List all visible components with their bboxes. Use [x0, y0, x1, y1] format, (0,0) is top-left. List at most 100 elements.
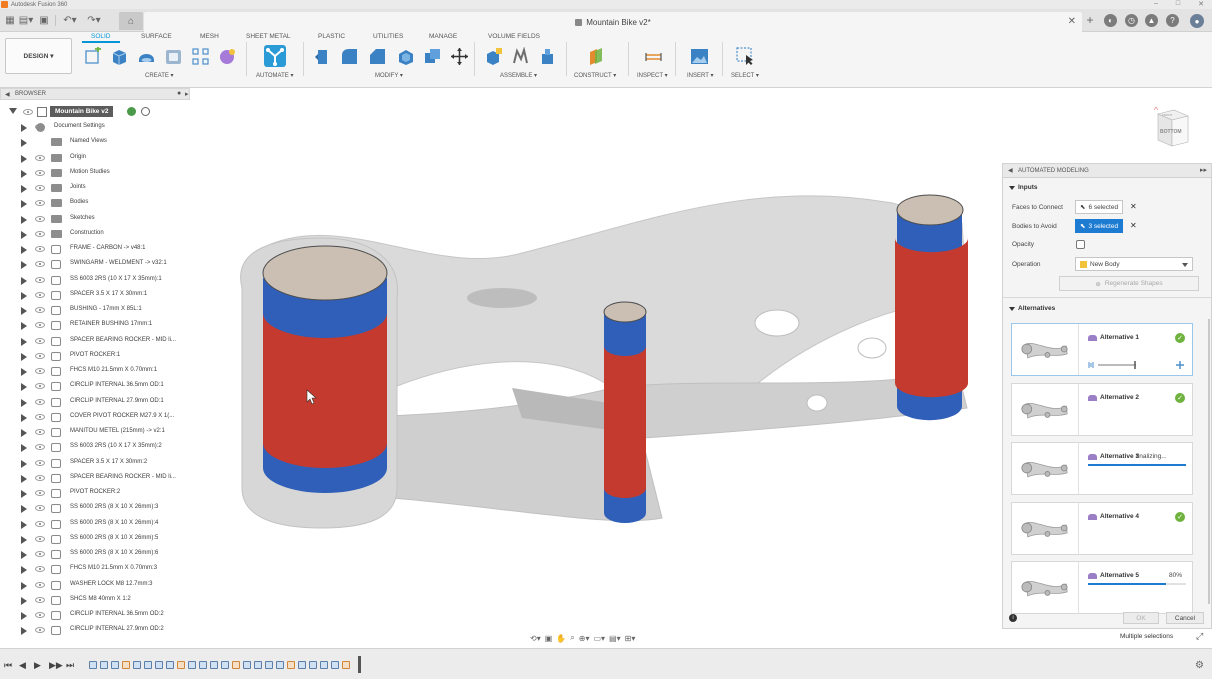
timeline-feature-icon[interactable] — [287, 661, 295, 669]
opacity-checkbox[interactable] — [1076, 240, 1085, 249]
browser-item[interactable]: Sketches — [0, 212, 192, 226]
offset-plane-icon[interactable] — [586, 47, 605, 66]
radio-root-icon[interactable] — [141, 107, 150, 116]
joint-icon[interactable] — [511, 47, 530, 66]
expand-arrow-icon[interactable] — [21, 337, 27, 346]
timeline-feature-icon[interactable] — [331, 661, 339, 669]
expand-arrow-icon[interactable] — [21, 444, 27, 453]
shell-icon[interactable] — [164, 47, 183, 66]
new-component-icon[interactable] — [484, 47, 503, 66]
expand-arrow-icon[interactable] — [21, 566, 27, 575]
close-tab-icon[interactable]: ✕ — [1068, 16, 1076, 27]
timeline-back-icon[interactable]: ◀ — [19, 660, 26, 671]
browser-item[interactable]: SS 6000 2RS (8 X 10 X 26mm):6 — [0, 547, 192, 561]
create-group-label[interactable]: CREATE ▾ — [145, 72, 174, 79]
new-tab-icon[interactable]: + — [1083, 13, 1097, 27]
assemble-group-label[interactable]: ASSEMBLE ▾ — [500, 72, 537, 79]
browser-item[interactable]: BUSHING - 17mm X 85L:1 — [0, 303, 192, 317]
press-pull-icon[interactable] — [313, 47, 332, 66]
regenerate-shapes-button[interactable]: ⊕ Regenerate Shapes — [1059, 276, 1199, 291]
select-icon[interactable] — [736, 47, 755, 66]
extrude-icon[interactable] — [110, 47, 129, 66]
browser-item[interactable]: CIRCLIP INTERNAL 36.5mm OD:2 — [0, 608, 192, 622]
timeline-feature-icon[interactable] — [265, 661, 273, 669]
browser-item[interactable]: SS 6003 2RS (10 X 17 X 35mm):1 — [0, 273, 192, 287]
browser-item[interactable]: Joints — [0, 181, 192, 195]
cancel-button[interactable]: Cancel — [1166, 612, 1204, 624]
collapse-root-icon[interactable] — [9, 108, 17, 114]
expand-arrow-icon[interactable] — [21, 124, 27, 132]
visibility-eye-icon[interactable] — [35, 230, 45, 237]
document-tab[interactable]: Mountain Bike v2* ✕ — [144, 12, 1082, 32]
expand-arrow-icon[interactable] — [21, 581, 27, 590]
visibility-eye-icon[interactable] — [35, 169, 45, 176]
operation-dropdown[interactable]: New Body — [1075, 257, 1193, 271]
grid-settings-icon[interactable]: ▤▾ — [609, 634, 621, 643]
create-form-icon[interactable] — [218, 47, 237, 66]
automate-icon[interactable] — [264, 45, 286, 67]
browser-item[interactable]: SS 6000 2RS (8 X 10 X 26mm):5 — [0, 532, 192, 546]
expand-arrow-icon[interactable] — [21, 246, 27, 254]
visibility-eye-icon[interactable] — [35, 566, 45, 573]
pivot-cylinder-large[interactable] — [262, 245, 388, 493]
visibility-eye-icon[interactable] — [35, 413, 45, 420]
tab-mesh[interactable]: MESH — [200, 33, 219, 40]
orbit-icon[interactable]: ⟲▾ — [530, 634, 541, 643]
expand-arrow-icon[interactable] — [21, 612, 27, 620]
viewport-canvas[interactable] — [192, 88, 1002, 648]
browser-item[interactable]: SWINGARM - WELDMENT -> v32:1 — [0, 257, 192, 271]
viewports-icon[interactable]: ⊞▾ — [625, 634, 636, 643]
ok-button[interactable]: OK — [1123, 612, 1159, 624]
help-icon[interactable]: ? — [1166, 14, 1179, 27]
extensions-icon[interactable]: ◐ — [1104, 14, 1117, 27]
expand-arrow-icon[interactable] — [21, 520, 27, 529]
expand-arrow-icon[interactable] — [21, 383, 27, 392]
pivot-cylinder-right[interactable] — [895, 194, 968, 421]
browser-root-label[interactable]: Mountain Bike v2 — [50, 106, 114, 117]
tab-volume-fields[interactable]: VOLUME FIELDS — [488, 33, 540, 40]
timeline-feature-icon[interactable] — [111, 661, 119, 669]
timeline-feature-icon[interactable] — [309, 661, 317, 669]
visibility-eye-icon[interactable] — [35, 383, 45, 390]
collapse-browser-icon[interactable]: ◀ — [5, 91, 10, 98]
timeline-feature-icon[interactable] — [276, 661, 284, 669]
browser-item[interactable]: SS 6000 2RS (8 X 10 X 26mm):4 — [0, 517, 192, 531]
expand-arrow-icon[interactable] — [21, 200, 27, 209]
alternative-card[interactable]: Alternative 5 80% — [1011, 561, 1193, 614]
automate-group-label[interactable]: AUTOMATE ▾ — [256, 72, 293, 79]
browser-item[interactable]: RETAINER BUSHING 17mm:1 — [0, 318, 192, 332]
expand-arrow-icon[interactable] — [21, 322, 27, 331]
expand-arrow-icon[interactable] — [21, 596, 27, 605]
visibility-eye-icon[interactable] — [35, 352, 45, 359]
visibility-eye-icon[interactable] — [35, 154, 45, 161]
alternatives-scrollbar[interactable] — [1208, 319, 1210, 604]
expand-arrow-icon[interactable] — [21, 139, 27, 148]
workspace-switcher[interactable]: DESIGN ▾ — [5, 38, 72, 74]
close-window-icon[interactable]: ✕ — [1198, 0, 1204, 8]
expand-arrow-icon[interactable] — [21, 215, 27, 224]
browser-item[interactable]: Bodies — [0, 196, 192, 210]
activate-root-icon[interactable] — [127, 107, 136, 116]
undo-icon[interactable]: ↶▾ — [60, 13, 80, 27]
measure-icon[interactable] — [644, 47, 663, 66]
expand-panel-icon[interactable]: ▸▸ — [1200, 166, 1207, 174]
visibility-eye-icon[interactable] — [35, 627, 45, 634]
info-icon[interactable]: i — [1009, 614, 1017, 622]
visibility-eye-icon[interactable] — [35, 535, 45, 542]
timeline-forward-icon[interactable]: ▶▶ — [49, 660, 63, 671]
visibility-eye-icon[interactable] — [35, 459, 45, 466]
timeline-feature-icon[interactable] — [133, 661, 141, 669]
visibility-eye-icon[interactable] — [35, 307, 45, 313]
maximize-icon[interactable]: □ — [1176, 0, 1180, 8]
visibility-eye-icon[interactable] — [35, 200, 45, 207]
alternative-card[interactable]: Alternative 2 ✓ — [1011, 382, 1193, 436]
browser-item[interactable]: CIRCLIP INTERNAL 36.5mm OD:1 — [0, 379, 192, 393]
clear-faces-icon[interactable]: ✕ — [1130, 202, 1137, 211]
timeline-feature-icon[interactable] — [155, 661, 163, 669]
visibility-eye-icon[interactable] — [35, 215, 45, 222]
tab-plastic[interactable]: PLASTIC — [318, 33, 345, 40]
visibility-eye-icon[interactable] — [35, 368, 45, 374]
browser-item[interactable]: SPACER 3.5 X 17 X 30mm:2 — [0, 456, 192, 470]
visibility-eye-icon[interactable] — [35, 474, 45, 481]
timeline-feature-icon[interactable] — [199, 661, 207, 669]
